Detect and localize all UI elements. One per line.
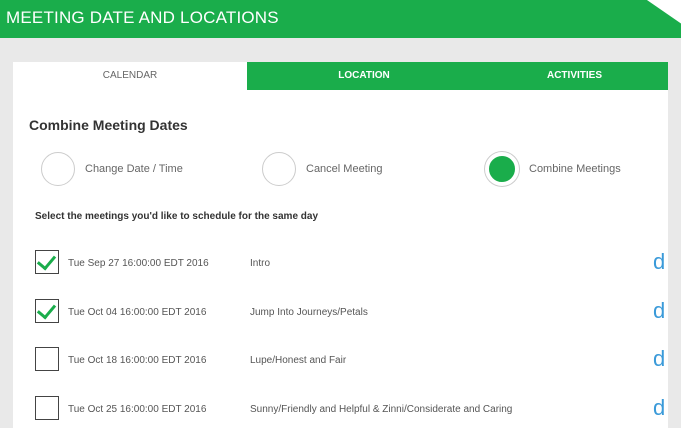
radio-button[interactable] <box>41 152 75 186</box>
meeting-checkbox[interactable] <box>35 396 59 420</box>
tab-bar: CALENDAR LOCATION ACTIVITIES <box>13 62 668 90</box>
meeting-row: Tue Oct 04 16:00:00 EDT 2016 Jump Into J… <box>35 299 665 329</box>
meeting-action-link[interactable]: d <box>653 299 665 323</box>
meeting-row: Tue Oct 25 16:00:00 EDT 2016 Sunny/Frien… <box>35 396 665 426</box>
option-label: Combine Meetings <box>529 163 621 175</box>
option-combine-meetings[interactable]: Combine Meetings <box>485 150 621 188</box>
meeting-date: Tue Oct 04 16:00:00 EDT 2016 <box>68 307 207 318</box>
meeting-action-link[interactable]: d <box>653 250 665 274</box>
meeting-row: Tue Oct 18 16:00:00 EDT 2016 Lupe/Honest… <box>35 347 665 377</box>
tab-location[interactable]: LOCATION <box>247 62 481 90</box>
meeting-date: Tue Oct 18 16:00:00 EDT 2016 <box>68 355 207 366</box>
meeting-checkbox[interactable] <box>35 347 59 371</box>
checkmark-icon <box>36 299 57 320</box>
tab-calendar[interactable]: CALENDAR <box>13 62 247 90</box>
meeting-checkbox[interactable] <box>35 250 59 274</box>
tab-activities[interactable]: ACTIVITIES <box>481 62 668 90</box>
option-label: Change Date / Time <box>85 163 183 175</box>
checkmark-icon <box>36 250 57 271</box>
option-label: Cancel Meeting <box>306 163 383 175</box>
section-title: Combine Meeting Dates <box>29 117 188 133</box>
radio-button-selected[interactable] <box>485 152 519 186</box>
page-header: MEETING DATE AND LOCATIONS <box>0 0 681 38</box>
meeting-name: Jump Into Journeys/Petals <box>250 307 368 318</box>
meeting-checkbox[interactable] <box>35 299 59 323</box>
meeting-row: Tue Sep 27 16:00:00 EDT 2016 Intro d <box>35 250 665 280</box>
page-title: MEETING DATE AND LOCATIONS <box>6 8 279 27</box>
instruction-text: Select the meetings you'd like to schedu… <box>35 211 319 222</box>
radio-button[interactable] <box>262 152 296 186</box>
meeting-date: Tue Oct 25 16:00:00 EDT 2016 <box>68 404 207 415</box>
meeting-name: Intro <box>250 258 271 269</box>
main-panel: CALENDAR LOCATION ACTIVITIES Combine Mee… <box>13 62 668 428</box>
meeting-name: Sunny/Friendly and Helpful & Zinni/Consi… <box>250 404 513 415</box>
meeting-action-options: Change Date / Time Cancel Meeting Combin… <box>41 150 651 190</box>
meeting-action-link[interactable]: d <box>653 347 665 371</box>
option-cancel-meeting[interactable]: Cancel Meeting <box>262 150 382 188</box>
meeting-name: Lupe/Honest and Fair <box>250 355 347 366</box>
option-change-date[interactable]: Change Date / Time <box>41 150 183 188</box>
meeting-date: Tue Sep 27 16:00:00 EDT 2016 <box>68 258 209 269</box>
meeting-action-link[interactable]: d <box>653 396 665 420</box>
